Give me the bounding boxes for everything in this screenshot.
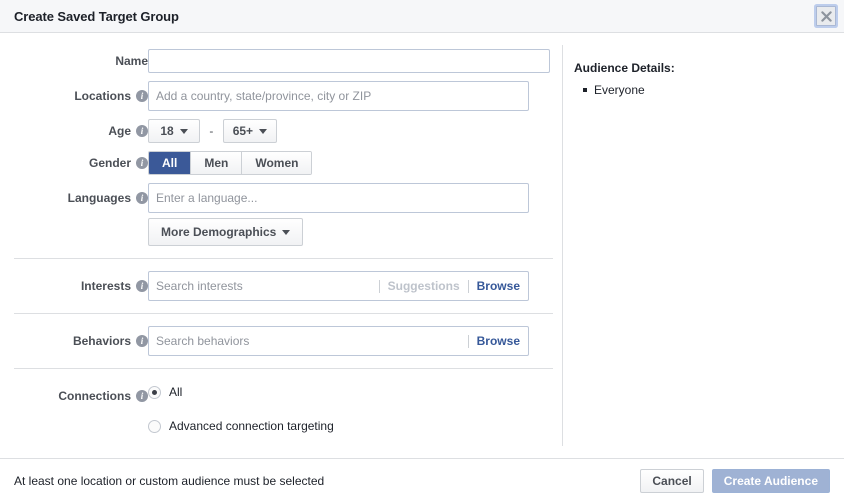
form-row-behaviors: Behaviors i Browse	[0, 326, 562, 356]
form-row-connections: Connections i All Advanced connection ta…	[0, 381, 562, 449]
connections-option-all-label: All	[169, 385, 183, 399]
age-label-group: Age i	[0, 119, 148, 143]
interests-label-group: Interests i	[0, 271, 148, 301]
cancel-button[interactable]: Cancel	[640, 468, 704, 493]
info-icon[interactable]: i	[136, 335, 148, 347]
languages-input[interactable]	[148, 183, 529, 213]
gender-label: Gender	[88, 156, 131, 170]
dialog-footer: At least one location or custom audience…	[0, 458, 844, 502]
behaviors-input[interactable]	[149, 328, 468, 354]
create-audience-button[interactable]: Create Audience	[711, 468, 830, 493]
age-label: Age	[108, 124, 131, 138]
interests-field-wrap: Suggestions Browse	[148, 271, 562, 301]
languages-label: Languages	[67, 191, 131, 205]
more-demographics-label: More Demographics	[161, 225, 277, 239]
info-icon[interactable]: i	[136, 390, 148, 402]
page-title: Create Saved Target Group	[14, 8, 179, 24]
age-field-wrap: 18 - 65+	[148, 119, 562, 143]
locations-input[interactable]	[148, 81, 529, 111]
chevron-down-icon	[179, 128, 188, 134]
info-icon[interactable]: i	[136, 157, 148, 169]
gender-field-wrap: All Men Women	[148, 151, 562, 175]
form-row-name: Name	[0, 49, 562, 73]
targeting-form: Name Locations i Age i	[0, 33, 562, 458]
connections-option-all[interactable]: All	[148, 381, 562, 403]
info-icon[interactable]: i	[136, 280, 148, 292]
section-divider	[14, 313, 553, 314]
behaviors-label: Behaviors	[72, 334, 131, 348]
languages-field-wrap: More Demographics	[148, 183, 562, 246]
name-label-group: Name	[0, 49, 148, 73]
connections-field-wrap: All Advanced connection targeting	[148, 381, 562, 449]
more-demographics-button[interactable]: More Demographics	[148, 218, 304, 246]
gender-label-group: Gender i	[0, 151, 148, 175]
chevron-down-icon	[282, 229, 291, 235]
audience-details-panel: Audience Details: Everyone	[562, 33, 844, 458]
age-min-dropdown[interactable]: 18	[148, 119, 200, 143]
age-max-value: 65+	[232, 124, 254, 138]
languages-label-group: Languages i	[0, 183, 148, 213]
section-divider	[14, 258, 553, 259]
validation-message: At least one location or custom audience…	[14, 473, 325, 488]
interests-combo: Suggestions Browse	[148, 271, 529, 301]
audience-details-list: Everyone	[574, 82, 844, 98]
info-icon[interactable]: i	[136, 192, 148, 204]
gender-segmented-control: All Men Women	[148, 151, 313, 175]
behaviors-label-group: Behaviors i	[0, 326, 148, 356]
behaviors-browse-link[interactable]: Browse	[469, 334, 528, 348]
info-icon[interactable]: i	[136, 125, 148, 137]
audience-details-title: Audience Details:	[574, 61, 675, 75]
form-row-age: Age i 18 - 65+	[0, 119, 562, 143]
interests-label: Interests	[80, 279, 131, 293]
locations-field-wrap	[148, 81, 562, 111]
behaviors-field-wrap: Browse	[148, 326, 562, 356]
form-row-languages: Languages i More Demographics	[0, 183, 562, 246]
info-icon[interactable]: i	[136, 90, 148, 102]
connections-label-group: Connections i	[0, 381, 148, 411]
pane-divider	[562, 45, 563, 446]
connections-option-advanced[interactable]: Advanced connection targeting	[148, 415, 562, 437]
section-divider	[14, 368, 553, 369]
name-field-wrap	[148, 49, 562, 73]
gender-option-women[interactable]: Women	[242, 152, 312, 174]
form-row-gender: Gender i All Men Women	[0, 151, 562, 175]
dialog-body: Name Locations i Age i	[0, 33, 844, 458]
close-button[interactable]	[816, 6, 836, 26]
age-max-dropdown[interactable]: 65+	[222, 119, 278, 143]
form-row-locations: Locations i	[0, 81, 562, 111]
age-range-separator: -	[209, 124, 214, 138]
radio-button[interactable]	[148, 385, 161, 399]
gender-option-men[interactable]: Men	[191, 152, 243, 174]
interests-suggestions-link[interactable]: Suggestions	[380, 279, 468, 293]
close-icon	[820, 10, 832, 22]
create-saved-target-group-dialog: Create Saved Target Group Name Locations…	[0, 0, 844, 502]
gender-option-all[interactable]: All	[149, 152, 192, 174]
connections-label: Connections	[58, 389, 131, 403]
name-input[interactable]	[148, 49, 550, 73]
chevron-down-icon	[259, 128, 268, 134]
list-item: Everyone	[583, 82, 844, 98]
form-row-interests: Interests i Suggestions Browse	[0, 271, 562, 301]
connections-option-advanced-label: Advanced connection targeting	[169, 419, 334, 433]
name-label: Name	[115, 54, 148, 68]
dialog-header: Create Saved Target Group	[0, 0, 844, 33]
interests-browse-link[interactable]: Browse	[469, 279, 528, 293]
locations-label-group: Locations i	[0, 81, 148, 111]
radio-button[interactable]	[148, 419, 161, 433]
behaviors-combo: Browse	[148, 326, 529, 356]
locations-label: Locations	[74, 89, 131, 103]
age-min-value: 18	[160, 124, 174, 138]
interests-input[interactable]	[149, 273, 379, 299]
